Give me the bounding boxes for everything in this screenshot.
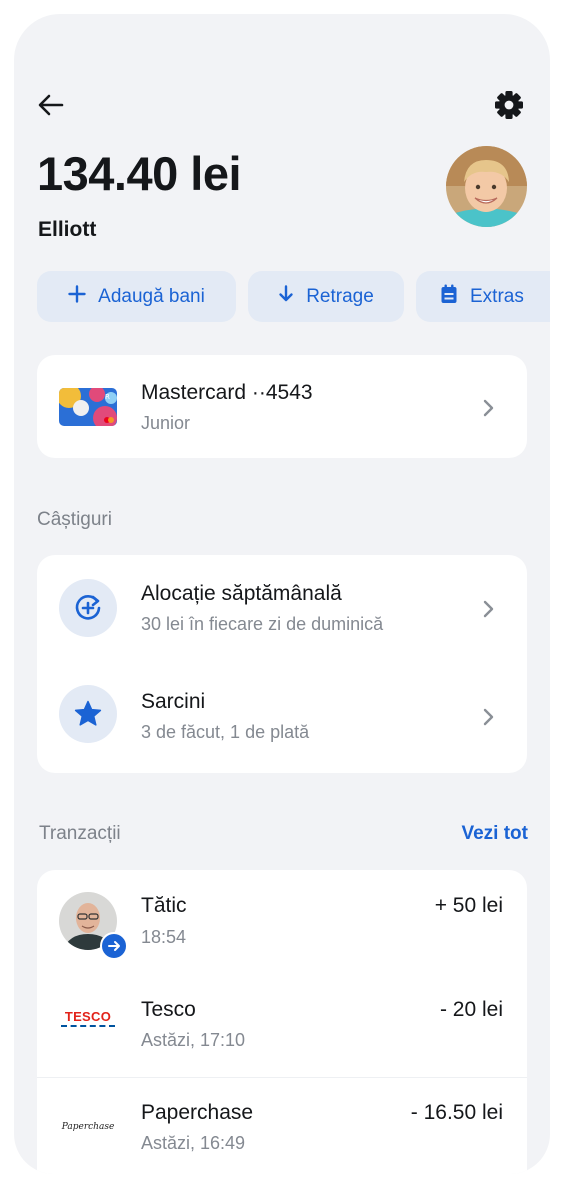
svg-text:R: R xyxy=(105,393,110,401)
card-tile[interactable]: R Mastercard ··4543 Junior xyxy=(37,355,527,458)
add-money-label: Adaugă bani xyxy=(98,285,205,307)
transaction-row[interactable]: Paperchase Paperchase Astăzi, 16:49 - 16… xyxy=(37,1078,527,1174)
withdraw-button[interactable]: Retrage xyxy=(248,271,404,322)
transaction-time: 18:54 xyxy=(141,927,187,947)
see-all-link[interactable]: Vezi tot xyxy=(461,823,528,845)
statement-button[interactable]: Extras xyxy=(416,271,550,322)
avatar[interactable] xyxy=(446,146,527,227)
transaction-amount: - 16.50 lei xyxy=(410,1101,503,1124)
star-icon xyxy=(59,685,117,743)
arrow-down-icon xyxy=(278,284,294,309)
tesco-logo: TESCO xyxy=(59,1010,117,1034)
gear-icon[interactable] xyxy=(492,88,526,122)
transaction-amount: - 20 lei xyxy=(439,998,503,1021)
add-money-button[interactable]: Adaugă bani xyxy=(37,271,236,322)
statement-label: Extras xyxy=(470,285,524,307)
transaction-title: Tesco xyxy=(141,998,196,1021)
card-title: Mastercard ··4543 xyxy=(141,381,313,404)
withdraw-label: Retrage xyxy=(306,285,374,307)
allowance-row[interactable]: Alocație săptămânală 30 lei în fiecare z… xyxy=(37,555,527,662)
paperchase-logo: Paperchase xyxy=(61,1122,115,1132)
card-subtitle: Junior xyxy=(141,413,191,433)
tasks-row[interactable]: Sarcini 3 de făcut, 1 de plată xyxy=(37,664,527,773)
incoming-transfer-icon xyxy=(100,932,128,960)
earnings-card: Alocație săptămânală 30 lei în fiecare z… xyxy=(37,555,527,773)
transaction-title: Tătic xyxy=(141,894,187,917)
transaction-title: Paperchase xyxy=(141,1101,254,1124)
transaction-time: Astăzi, 16:49 xyxy=(141,1133,246,1153)
transaction-row[interactable]: TESCO Tesco Astăzi, 17:10 - 20 lei xyxy=(37,974,527,1078)
card-thumbnail: R xyxy=(59,388,117,426)
plus-icon xyxy=(68,284,86,309)
chevron-right-icon xyxy=(482,399,496,417)
tasks-title: Sarcini xyxy=(141,690,206,713)
balance-amount: 134.40 lei xyxy=(37,147,242,200)
transactions-card: Tătic 18:54 + 50 lei TESCO Tesco Astăzi,… xyxy=(37,870,527,1174)
allowance-subtitle: 30 lei în fiecare zi de duminică xyxy=(141,614,384,634)
chevron-right-icon xyxy=(482,708,496,726)
statement-icon xyxy=(440,284,458,310)
back-arrow-icon[interactable] xyxy=(36,90,66,120)
transaction-time: Astăzi, 17:10 xyxy=(141,1030,246,1050)
recurring-plus-icon xyxy=(59,579,117,637)
earnings-heading: Câștiguri xyxy=(37,509,112,530)
child-name: Elliott xyxy=(38,218,97,241)
tasks-subtitle: 3 de făcut, 1 de plată xyxy=(141,722,310,742)
app-screen: 134.40 lei Elliott Adaugă bani Retrage E… xyxy=(14,14,550,1174)
transactions-heading: Tranzacții xyxy=(39,823,121,844)
transaction-row[interactable]: Tătic 18:54 + 50 lei xyxy=(37,870,527,974)
allowance-title: Alocație săptămânală xyxy=(141,582,342,605)
chevron-right-icon xyxy=(482,600,496,618)
transaction-amount: + 50 lei xyxy=(434,894,503,917)
